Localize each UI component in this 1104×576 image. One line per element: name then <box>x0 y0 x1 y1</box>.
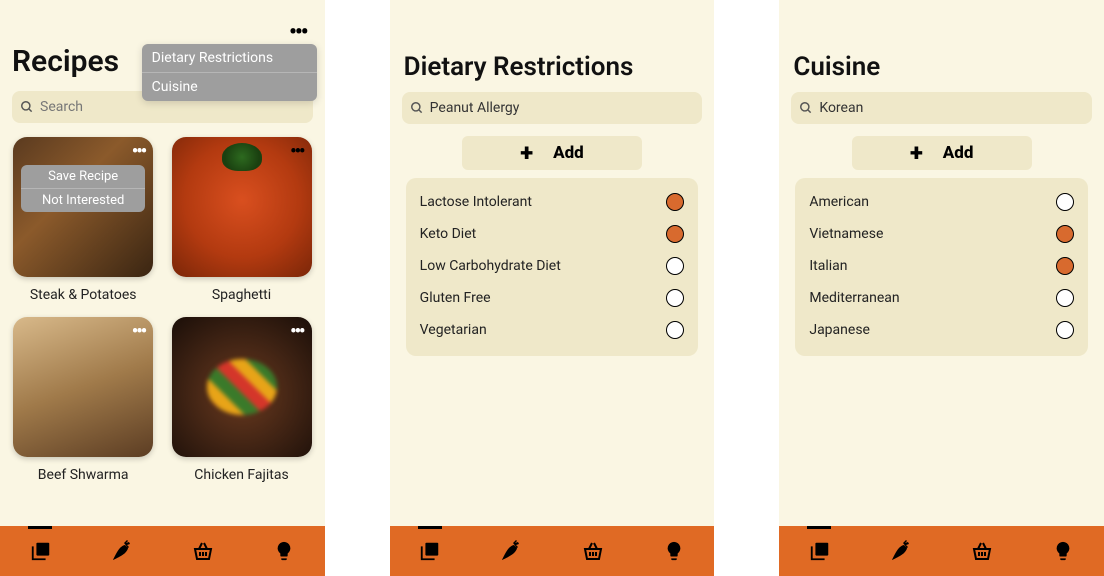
list-item[interactable]: American <box>807 186 1076 218</box>
option-label: Vegetarian <box>420 322 487 338</box>
search-icon <box>20 100 34 114</box>
cuisine-screen: Cuisine + Add American Vietnamese Italia… <box>779 0 1104 576</box>
search-field[interactable] <box>402 92 703 124</box>
recipe-card[interactable]: ••• Beef Shwarma <box>12 317 154 483</box>
radio-toggle[interactable] <box>666 193 684 211</box>
list-item[interactable]: Italian <box>807 250 1076 282</box>
recipes-screen: Recipes ••• Dietary Restrictions Cuisine… <box>0 0 325 576</box>
search-input[interactable] <box>819 100 1084 116</box>
filter-menu: Dietary Restrictions Cuisine <box>142 44 317 101</box>
basket-icon[interactable] <box>960 529 1004 573</box>
recipe-name: Steak & Potatoes <box>30 287 137 303</box>
search-input[interactable] <box>430 100 695 116</box>
option-label: Italian <box>809 258 847 274</box>
tab-indicator <box>807 526 831 529</box>
recipe-card[interactable]: ••• Chicken Fajitas <box>170 317 312 483</box>
option-label: Low Carbohydrate Diet <box>420 258 561 274</box>
recipe-name: Chicken Fajitas <box>194 467 288 483</box>
option-label: Keto Diet <box>420 226 477 242</box>
radio-toggle[interactable] <box>1056 289 1074 307</box>
search-icon <box>410 101 424 115</box>
library-icon[interactable] <box>408 529 452 573</box>
recipe-card[interactable]: ••• Spaghetti <box>170 137 312 303</box>
radio-toggle[interactable] <box>666 225 684 243</box>
lightbulb-icon[interactable] <box>652 529 696 573</box>
card-more-icon[interactable]: ••• <box>290 141 303 162</box>
list-item[interactable]: Lactose Intolerant <box>418 186 687 218</box>
carrot-icon[interactable] <box>100 529 144 573</box>
page-title: Recipes <box>12 44 119 79</box>
plus-icon: + <box>910 141 923 165</box>
basket-icon[interactable] <box>181 529 225 573</box>
list-item[interactable]: Vegetarian <box>418 314 687 346</box>
tab-bar <box>779 526 1104 576</box>
tab-bar <box>0 526 325 576</box>
radio-toggle[interactable] <box>1056 225 1074 243</box>
radio-toggle[interactable] <box>666 257 684 275</box>
card-context-menu: Save Recipe Not Interested <box>21 165 145 212</box>
add-button[interactable]: + Add <box>462 136 642 170</box>
card-more-icon[interactable]: ••• <box>132 321 145 342</box>
list-item[interactable]: Keto Diet <box>418 218 687 250</box>
menu-dietary-restrictions[interactable]: Dietary Restrictions <box>142 44 317 73</box>
radio-toggle[interactable] <box>666 289 684 307</box>
lightbulb-icon[interactable] <box>262 529 306 573</box>
save-recipe-button[interactable]: Save Recipe <box>21 165 145 189</box>
basket-icon[interactable] <box>571 529 615 573</box>
option-label: Gluten Free <box>420 290 491 306</box>
not-interested-button[interactable]: Not Interested <box>21 189 145 212</box>
carrot-icon[interactable] <box>879 529 923 573</box>
list-item[interactable]: Low Carbohydrate Diet <box>418 250 687 282</box>
tab-bar <box>390 526 715 576</box>
card-more-icon[interactable]: ••• <box>290 321 303 342</box>
library-icon[interactable] <box>798 529 842 573</box>
radio-toggle[interactable] <box>1056 257 1074 275</box>
option-label: Lactose Intolerant <box>420 194 532 210</box>
dietary-restrictions-screen: Dietary Restrictions + Add Lactose Intol… <box>390 0 715 576</box>
plus-icon: + <box>520 141 533 165</box>
library-icon[interactable] <box>19 529 63 573</box>
option-label: Japanese <box>809 322 870 338</box>
add-button-label: Add <box>943 143 974 163</box>
add-button[interactable]: + Add <box>852 136 1032 170</box>
list-item[interactable]: Vietnamese <box>807 218 1076 250</box>
recipe-name: Spaghetti <box>212 287 271 303</box>
page-title: Cuisine <box>793 52 1092 82</box>
card-more-icon[interactable]: ••• <box>132 141 145 162</box>
add-button-label: Add <box>553 143 584 163</box>
recipe-image: ••• <box>13 317 153 457</box>
radio-toggle[interactable] <box>1056 321 1074 339</box>
option-label: American <box>809 194 869 210</box>
recipe-name: Beef Shwarma <box>38 467 129 483</box>
radio-toggle[interactable] <box>666 321 684 339</box>
tab-indicator <box>28 526 52 529</box>
carrot-icon[interactable] <box>489 529 533 573</box>
list-item[interactable]: Japanese <box>807 314 1076 346</box>
option-label: Mediterranean <box>809 290 899 306</box>
recipe-image: ••• <box>172 317 312 457</box>
list-item[interactable]: Mediterranean <box>807 282 1076 314</box>
recipe-card[interactable]: ••• Save Recipe Not Interested Steak & P… <box>12 137 154 303</box>
tab-indicator <box>418 526 442 529</box>
cuisine-options-list: American Vietnamese Italian Mediterranea… <box>795 178 1088 356</box>
radio-toggle[interactable] <box>1056 193 1074 211</box>
option-label: Vietnamese <box>809 226 883 242</box>
dietary-options-list: Lactose Intolerant Keto Diet Low Carbohy… <box>406 178 699 356</box>
search-field[interactable] <box>791 92 1092 124</box>
menu-cuisine[interactable]: Cuisine <box>142 73 317 101</box>
list-item[interactable]: Gluten Free <box>418 282 687 314</box>
page-title: Dietary Restrictions <box>404 52 703 82</box>
recipe-image: ••• Save Recipe Not Interested <box>13 137 153 277</box>
recipe-image: ••• <box>172 137 312 277</box>
lightbulb-icon[interactable] <box>1041 529 1085 573</box>
search-icon <box>799 101 813 115</box>
search-input[interactable] <box>40 99 305 115</box>
